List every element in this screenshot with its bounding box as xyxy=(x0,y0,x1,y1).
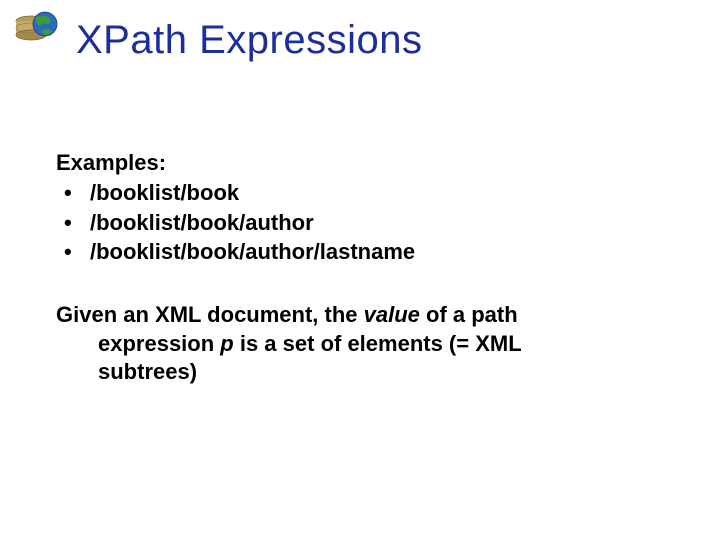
slide-body: Examples: /booklist/book /booklist/book/… xyxy=(56,150,680,387)
para-italic-value: value xyxy=(364,302,420,327)
list-item: /booklist/book/author/lastname xyxy=(64,237,680,267)
para-text: subtrees) xyxy=(56,358,680,387)
para-italic-p: p xyxy=(220,331,233,356)
list-item: /booklist/book/author xyxy=(64,208,680,238)
para-text: Given an XML document, the xyxy=(56,302,364,327)
globe-db-icon xyxy=(12,8,60,56)
para-text: is a set of elements (= XML xyxy=(234,331,522,356)
para-text: expression xyxy=(98,331,220,356)
examples-list: /booklist/book /booklist/book/author /bo… xyxy=(64,178,680,267)
para-text: of a path xyxy=(420,302,518,327)
examples-heading: Examples: xyxy=(56,150,680,176)
slide-title: XPath Expressions xyxy=(76,18,422,63)
explanation-paragraph: Given an XML document, the value of a pa… xyxy=(56,301,680,387)
list-item: /booklist/book xyxy=(64,178,680,208)
